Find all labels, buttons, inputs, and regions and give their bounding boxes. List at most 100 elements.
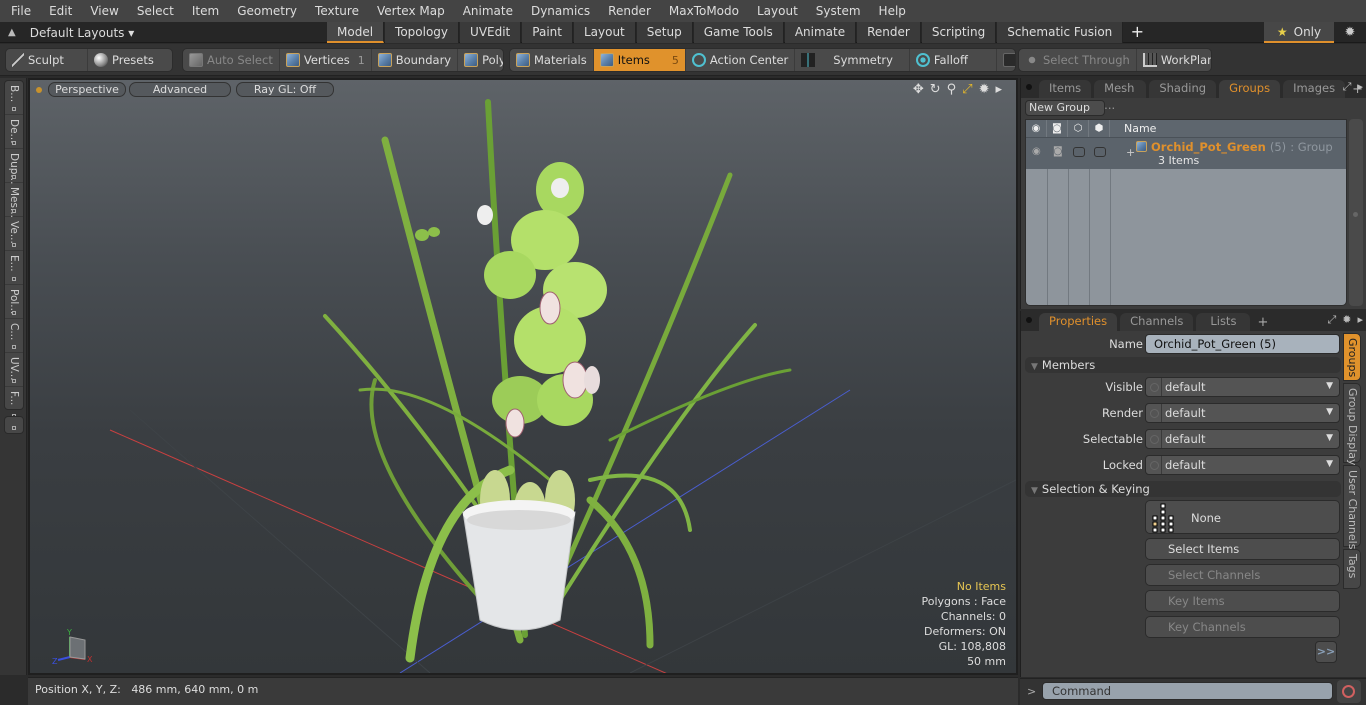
raygl-button[interactable]: Ray GL: Off xyxy=(236,82,334,97)
tab-layout[interactable]: Layout xyxy=(573,22,636,43)
tab-schematic-fusion[interactable]: Schematic Fusion xyxy=(997,22,1124,43)
tab-properties[interactable]: Properties xyxy=(1039,313,1118,331)
selectable-dropdown[interactable]: default ▼ xyxy=(1145,429,1340,449)
members-section[interactable]: ▼ Members xyxy=(1025,357,1341,373)
tab-mesh[interactable]: Mesh ... xyxy=(1094,80,1147,112)
side-tab-groups[interactable]: Groups xyxy=(1343,333,1361,381)
materials-button[interactable]: Materials xyxy=(510,49,594,71)
tab-lists[interactable]: Lists xyxy=(1196,313,1251,331)
render-camera-icon[interactable]: ◙ xyxy=(1047,120,1068,137)
row-visibility-icon[interactable]: ◉ xyxy=(1032,146,1041,157)
select-through-button[interactable]: Select Through xyxy=(1019,49,1137,71)
groups-scrollbar[interactable] xyxy=(1349,119,1363,306)
expand-panel-icon[interactable]: ⤢ xyxy=(1343,80,1352,94)
maximize-view-icon[interactable]: ⤢ xyxy=(962,82,972,97)
record-macro-button[interactable] xyxy=(1337,680,1361,703)
selection-keying-section[interactable]: ▼ Selection & Keying xyxy=(1025,481,1341,497)
name-column-header[interactable]: Name xyxy=(1110,122,1156,135)
menu-vertex-map[interactable]: Vertex Map xyxy=(366,0,452,22)
menu-system[interactable]: System xyxy=(805,0,868,22)
menu-help[interactable]: Help xyxy=(868,0,913,22)
gear-icon[interactable]: ✹ xyxy=(1340,22,1360,43)
menu-maxtomodo[interactable]: MaxToModo xyxy=(658,0,746,22)
shading-mode-button[interactable]: Advanced xyxy=(129,82,231,97)
menu-dynamics[interactable]: Dynamics xyxy=(520,0,597,22)
tab-animate[interactable]: Animate xyxy=(784,22,857,43)
collapse-up-icon[interactable]: ▲ xyxy=(8,27,16,38)
vtab-curve[interactable]: C... xyxy=(5,319,23,353)
auto-select-button[interactable]: Auto Select xyxy=(183,49,280,71)
items-button[interactable]: Items 5 xyxy=(593,49,686,71)
viewport-more-icon[interactable]: ▸ xyxy=(995,82,1002,97)
forward-button[interactable]: >> xyxy=(1315,641,1337,663)
vtab-vertex[interactable]: Ve... xyxy=(5,217,23,251)
menu-animate[interactable]: Animate xyxy=(452,0,520,22)
layout-dropdown[interactable]: ▲ Default Layouts ▾ xyxy=(8,22,134,43)
rotate-view-icon[interactable]: ↻ xyxy=(930,82,941,97)
menu-select[interactable]: Select xyxy=(126,0,181,22)
command-input[interactable]: Command xyxy=(1042,682,1333,700)
vtab-polygon[interactable]: Pol... xyxy=(5,285,23,319)
boundary-button[interactable]: Boundary xyxy=(372,49,459,71)
tab-uvedit[interactable]: UVEdit xyxy=(460,22,522,43)
key-items-button[interactable]: Key Items xyxy=(1145,590,1340,612)
select-items-button[interactable]: Select Items xyxy=(1145,538,1340,560)
panel-more-icon[interactable]: ▸ xyxy=(1357,80,1363,94)
menu-texture[interactable]: Texture xyxy=(304,0,366,22)
menu-file[interactable]: File xyxy=(0,0,38,22)
move-view-icon[interactable]: ✥ xyxy=(913,82,924,97)
vertices-button[interactable]: Vertices 1 xyxy=(280,49,372,71)
zoom-view-icon[interactable]: ⚲ xyxy=(947,82,957,97)
tab-topology[interactable]: Topology xyxy=(385,22,460,43)
selectable-cube-icon[interactable]: ⬡ xyxy=(1068,120,1089,137)
falloff-button[interactable]: Falloff xyxy=(910,49,997,71)
tab-render[interactable]: Render xyxy=(857,22,921,43)
tab-setup[interactable]: Setup xyxy=(636,22,693,43)
vtab-deform[interactable]: De... xyxy=(5,115,23,149)
select-channels-button[interactable]: Select Channels xyxy=(1145,564,1340,586)
vtab-uv[interactable]: UV... xyxy=(5,353,23,387)
menu-view[interactable]: View xyxy=(79,0,125,22)
panel-options-dot[interactable] xyxy=(1026,317,1032,323)
polygons-button[interactable]: Polygons xyxy=(458,49,503,71)
tab-groups[interactable]: Groups xyxy=(1219,80,1281,98)
panel-more-icon[interactable]: ▸ xyxy=(1357,313,1363,327)
visible-dropdown[interactable]: default ▼ xyxy=(1145,377,1340,397)
none-hierarchy-button[interactable]: None xyxy=(1145,500,1340,534)
panel-options-dot[interactable] xyxy=(1026,84,1032,90)
new-group-button[interactable]: New Group xyxy=(1025,100,1105,116)
3d-viewport[interactable]: Y Z X Perspective Advanced Ray GL: Off ✥… xyxy=(28,78,1018,675)
view-mode-button[interactable]: Perspective xyxy=(48,82,126,97)
add-panel-tab-button[interactable]: + xyxy=(1253,314,1272,331)
vtab-basic[interactable]: B... xyxy=(5,81,23,115)
menu-render[interactable]: Render xyxy=(597,0,658,22)
lock-cube-icon[interactable]: ⬢ xyxy=(1089,120,1110,137)
menu-edit[interactable]: Edit xyxy=(38,0,79,22)
viewport-options-dot[interactable] xyxy=(36,87,42,93)
add-tab-button[interactable]: + xyxy=(1124,22,1150,43)
row-lock-toggle[interactable] xyxy=(1094,147,1106,157)
tab-model[interactable]: Model xyxy=(327,22,385,43)
menu-geometry[interactable]: Geometry xyxy=(226,0,304,22)
workplane-button[interactable]: WorkPlane xyxy=(1137,49,1211,71)
group-row[interactable]: ◉ ◙ + Orchid_Pot_Green (5) : Group 3 Ite… xyxy=(1026,138,1346,169)
menu-layout[interactable]: Layout xyxy=(746,0,805,22)
sculpt-button[interactable]: Sculpt xyxy=(6,49,88,71)
panel-gear-icon[interactable]: ✹ xyxy=(1342,313,1351,327)
tab-shading[interactable]: Shading xyxy=(1149,80,1217,98)
row-selectable-toggle[interactable] xyxy=(1073,147,1085,157)
vtab-extra[interactable] xyxy=(4,416,24,434)
action-center-button[interactable]: Action Center xyxy=(686,49,796,71)
only-toggle[interactable]: ★ Only xyxy=(1264,22,1334,43)
symmetry-button[interactable]: Symmetry xyxy=(795,49,910,71)
locked-dropdown[interactable]: default ▼ xyxy=(1145,455,1340,475)
tab-items[interactable]: Items xyxy=(1039,80,1092,98)
expand-plus-icon[interactable]: + xyxy=(1126,146,1135,159)
vtab-edge[interactable]: E... xyxy=(5,251,23,285)
tab-game-tools[interactable]: Game Tools xyxy=(693,22,784,43)
row-render-icon[interactable]: ◙ xyxy=(1053,146,1063,157)
side-tab-user-channels[interactable]: User Channels xyxy=(1343,465,1361,549)
viewport-settings-icon[interactable]: ✹ xyxy=(979,82,990,97)
name-field[interactable]: Orchid_Pot_Green (5) xyxy=(1145,334,1340,354)
tab-images[interactable]: Images xyxy=(1283,80,1346,98)
